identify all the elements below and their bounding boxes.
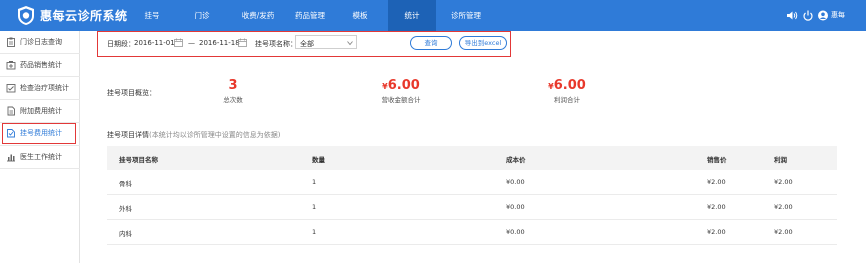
revenue-total-label: 营收金额合计 <box>381 96 421 104</box>
registration-item-select[interactable]: 全部 <box>295 35 357 49</box>
sidebar-item-outpatient-log[interactable]: 门诊日志查询 <box>0 31 80 53</box>
query-button[interactable]: 查询 <box>410 36 452 50</box>
clipboard-icon <box>7 37 15 47</box>
table-row: 外科 1 ¥0.00 ¥2.00 ¥2.00 <box>107 195 837 220</box>
document-icon <box>7 106 15 116</box>
sidebar-item-additional-fees[interactable]: 附加费用统计 <box>0 100 80 122</box>
registration-item-label: 挂号项名称： <box>255 40 297 48</box>
table-cell: ¥2.00 <box>774 178 793 186</box>
total-count-value: 3 <box>228 78 237 93</box>
column-header: 利润 <box>774 156 787 164</box>
checkup-icon <box>6 84 16 93</box>
power-icon[interactable] <box>802 10 814 21</box>
nav-tab-statistics[interactable]: 统计 <box>388 0 436 31</box>
nav-tab-billing[interactable]: 收费/发药 <box>232 0 284 31</box>
table-cell: ¥0.00 <box>506 178 525 186</box>
detail-title-text: 挂号项目详情 <box>107 131 149 139</box>
date-range-label: 日期段： <box>107 40 135 48</box>
registration-icon <box>7 129 15 138</box>
speaker-icon[interactable] <box>786 10 798 21</box>
column-header: 销售价 <box>707 156 727 164</box>
table-row: 骨科 1 ¥0.00 ¥2.00 ¥2.00 <box>107 170 837 195</box>
sidebar-item-registration-fees[interactable]: 挂号费用统计 <box>0 122 80 144</box>
nav-tab-clinic-management[interactable]: 诊所管理 <box>442 0 490 31</box>
table-cell: ¥2.00 <box>774 228 793 236</box>
sidebar-item-checkup-treatment[interactable]: 检查治疗项统计 <box>0 77 80 99</box>
sidebar: 门诊日志查询 药品销售统计 检查治疗项统计 附加费用统计 挂号费用统计 医生工作… <box>0 31 80 263</box>
column-header: 成本价 <box>506 156 526 164</box>
sidebar-item-label: 门诊日志查询 <box>20 38 62 46</box>
sidebar-item-doctor-work[interactable]: 医生工作统计 <box>0 146 80 168</box>
column-header: 挂号项目名称 <box>119 156 158 164</box>
date-range-separator: — <box>188 39 195 47</box>
sidebar-item-label: 药品销售统计 <box>20 61 62 69</box>
detail-section-title: 挂号项目详情(本统计均以诊所管理中设置的信息为依据) <box>107 130 280 140</box>
calendar-icon[interactable] <box>238 38 247 47</box>
metric-number: 3 <box>228 78 238 93</box>
clinic-logo-icon <box>18 6 34 25</box>
table-cell: 1 <box>312 228 317 236</box>
sidebar-item-label: 附加费用统计 <box>20 107 62 115</box>
table-cell: 骨科 <box>119 180 132 188</box>
table-header: 挂号项目名称 数量 成本价 销售价 利润 <box>107 146 837 170</box>
sidebar-item-label: 挂号费用统计 <box>20 129 62 137</box>
medicine-box-icon <box>6 61 16 70</box>
table-cell: 1 <box>312 178 317 186</box>
user-name[interactable]: 惠每 <box>831 10 845 20</box>
end-date-input[interactable]: 2016-11-18 <box>199 39 240 47</box>
sidebar-divider <box>0 168 80 169</box>
column-header: 数量 <box>312 156 325 164</box>
chevron-down-icon <box>347 41 353 46</box>
app-brand: 惠每云诊所系统 <box>40 9 128 23</box>
profit-total-label: 利润合计 <box>554 96 580 104</box>
table-cell: ¥2.00 <box>774 203 793 211</box>
start-date-input[interactable]: 2016-11-01 <box>134 39 175 47</box>
calendar-icon[interactable] <box>174 38 183 47</box>
nav-tab-outpatient[interactable]: 门诊 <box>184 0 220 31</box>
table-cell: ¥2.00 <box>707 178 726 186</box>
revenue-total-value: ¥6.00 <box>382 78 420 93</box>
select-value: 全部 <box>300 40 314 48</box>
table-cell: 1 <box>312 203 317 211</box>
nav-tab-registration[interactable]: 挂号 <box>134 0 170 31</box>
table-cell: ¥0.00 <box>506 203 525 211</box>
summary-label: 挂号项目概览： <box>107 89 156 97</box>
table-cell: 内科 <box>119 230 132 238</box>
export-excel-button[interactable]: 导出到excel <box>459 36 507 50</box>
metric-number: 6.00 <box>387 78 420 93</box>
table-cell: ¥2.00 <box>707 228 726 236</box>
sidebar-item-label: 检查治疗项统计 <box>20 84 69 92</box>
user-avatar-icon[interactable] <box>817 10 829 21</box>
table-cell: ¥0.00 <box>506 228 525 236</box>
nav-tab-templates[interactable]: 模板 <box>340 0 380 31</box>
sidebar-item-label: 医生工作统计 <box>20 153 62 161</box>
filter-bar: 日期段： 2016-11-01 — 2016-11-18 挂号项名称： 全部 查… <box>97 31 511 57</box>
detail-note: (本统计均以诊所管理中设置的信息为依据) <box>149 131 281 139</box>
sidebar-item-drug-sales[interactable]: 药品销售统计 <box>0 54 80 76</box>
total-count-label: 总次数 <box>223 96 243 104</box>
table-cell: ¥2.00 <box>707 203 726 211</box>
table-row: 内科 1 ¥0.00 ¥2.00 ¥2.00 <box>107 220 837 245</box>
profit-total-value: ¥6.00 <box>548 78 586 93</box>
top-nav-bar: 惠每云诊所系统 挂号 门诊 收费/发药 药品管理 模板 统计 诊所管理 惠每 <box>0 0 866 31</box>
metric-number: 6.00 <box>553 78 586 93</box>
table-cell: 外科 <box>119 205 132 213</box>
nav-tab-drug-management[interactable]: 药品管理 <box>288 0 332 31</box>
bar-chart-icon <box>7 154 15 162</box>
